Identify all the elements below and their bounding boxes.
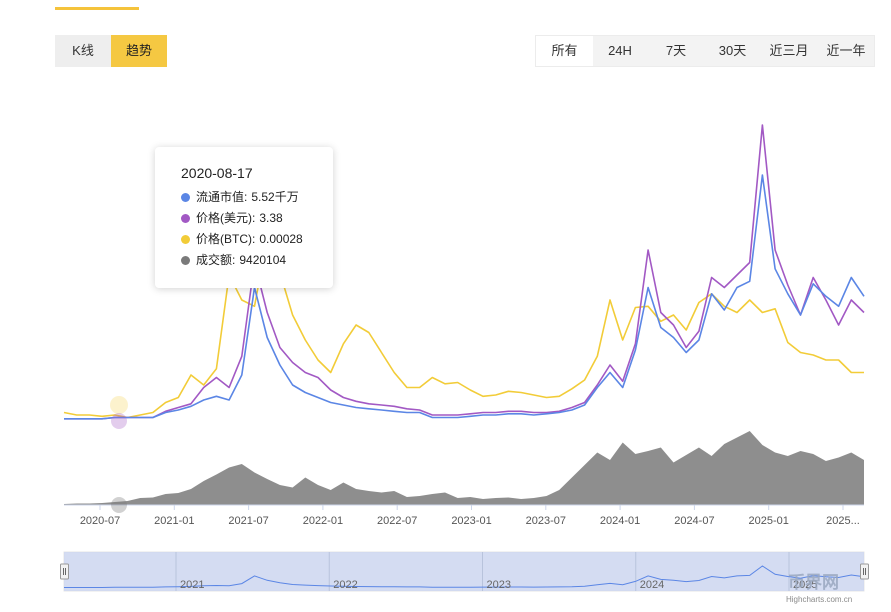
price-btc-dot-icon <box>181 235 190 244</box>
hover-halo-price-usd <box>111 413 127 429</box>
watermark-logo: 币界网 Highcharts.com.cn <box>786 573 852 604</box>
x-axis-tick-label: 2025... <box>826 515 860 527</box>
tooltip-value: 9420104 <box>239 253 287 267</box>
x-axis-tick-label: 2024-01 <box>600 515 640 527</box>
x-axis-tick-label: 2021-01 <box>154 515 194 527</box>
tooltip-label: 成交额 <box>196 253 233 267</box>
price-usd-dot-icon <box>181 214 190 223</box>
tooltip-value: 3.38 <box>259 211 283 225</box>
navigator-year-label: 2023 <box>487 579 511 591</box>
market-cap-dot-icon <box>181 193 190 202</box>
x-axis-tick-label: 2021-07 <box>228 515 268 527</box>
hover-markers <box>110 396 128 513</box>
svg-text:Highcharts.com.cn: Highcharts.com.cn <box>786 595 852 604</box>
tooltip-label: 价格(BTC) <box>196 232 252 246</box>
navigator-handle-left[interactable] <box>60 563 69 580</box>
tooltip-label: 价格(美元) <box>196 211 252 225</box>
navigator-year-label: 2024 <box>640 579 664 591</box>
range-navigator[interactable]: 2021 2022 2023 2024 2025 <box>60 551 869 592</box>
price-chart[interactable]: 2020-07 2021-01 2021-07 2022-01 2022-07 2023-… <box>0 0 891 610</box>
x-axis-tick-label: 2025-01 <box>749 515 789 527</box>
navigator-year-label: 2021 <box>180 579 204 591</box>
hover-halo-volume <box>111 497 127 513</box>
x-axis-labels: 2020-07 2021-01 2021-07 2022-01 2022-07 2023-… <box>80 505 860 527</box>
x-axis-tick-label: 2023-01 <box>451 515 491 527</box>
tooltip-row-volume: 成交额: 9420104 <box>181 250 333 271</box>
hover-halo-price-btc <box>110 396 128 414</box>
tooltip-label: 流通市值 <box>196 190 245 204</box>
volume-bars-layer <box>64 431 864 505</box>
tooltip-value: 0.00028 <box>259 232 303 246</box>
volume-dot-icon <box>181 256 190 265</box>
svg-text:币界网: 币界网 <box>788 573 839 592</box>
volume-area <box>64 431 864 505</box>
x-axis-tick-label: 2024-07 <box>674 515 714 527</box>
site-watermark: 币界网 Highcharts.com.cn <box>784 571 880 607</box>
x-axis-tick-label: 2023-07 <box>526 515 566 527</box>
tooltip-row-price-btc: 价格(BTC): 0.00028 <box>181 229 333 250</box>
tooltip-value: 5.52千万 <box>251 190 299 204</box>
navigator-year-label: 2022 <box>333 579 357 591</box>
tooltip-row-market-cap: 流通市值: 5.52千万 <box>181 187 333 208</box>
x-axis-tick-label: 2020-07 <box>80 515 120 527</box>
x-axis-tick-label: 2022-01 <box>303 515 343 527</box>
chart-tooltip: 2020-08-17 流通市值: 5.52千万 价格(美元): 3.38 价格(… <box>155 147 333 288</box>
tooltip-row-price-usd: 价格(美元): 3.38 <box>181 208 333 229</box>
tooltip-date: 2020-08-17 <box>181 165 253 181</box>
x-axis-tick-label: 2022-07 <box>377 515 417 527</box>
